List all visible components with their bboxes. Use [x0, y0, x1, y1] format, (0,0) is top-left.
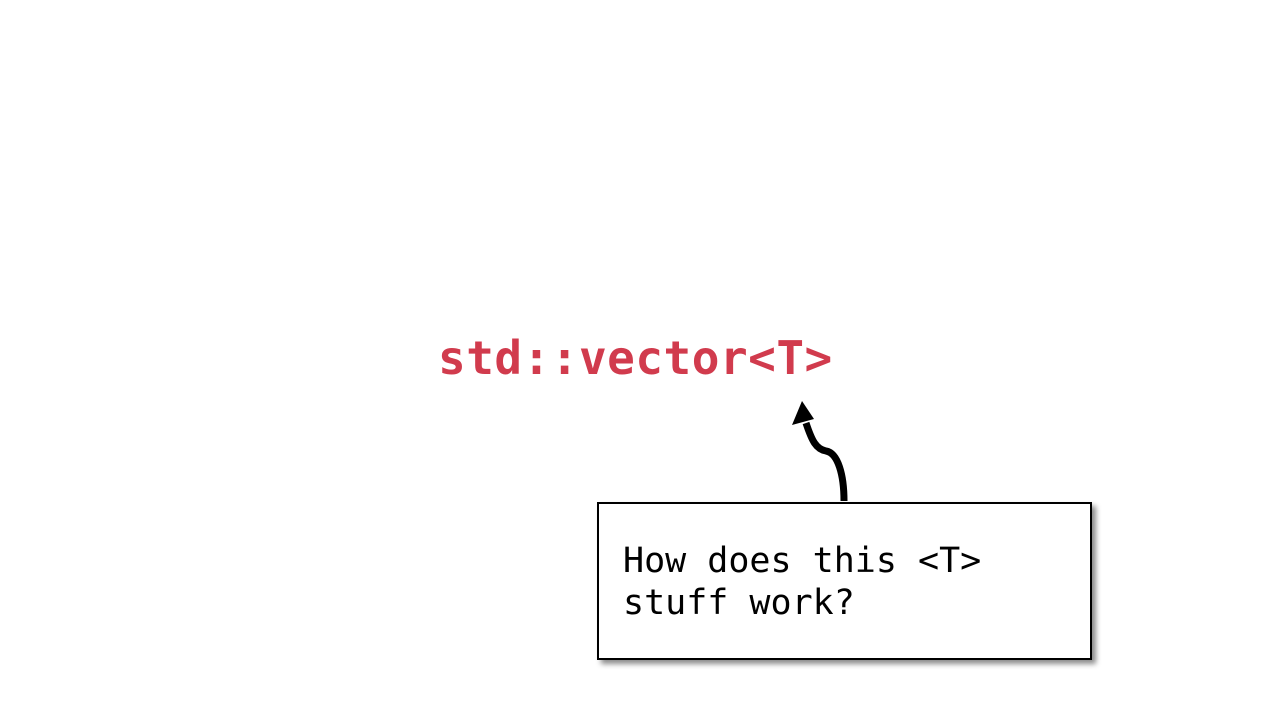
- curved-arrow-icon: [792, 401, 848, 502]
- code-title: std::vector<T>: [438, 331, 833, 385]
- callout-line-2: stuff work?: [623, 583, 855, 623]
- callout-text: How does this <T> stuff work?: [623, 540, 1090, 624]
- question-callout-box: How does this <T> stuff work?: [597, 502, 1092, 660]
- callout-line-1: How does this <T>: [623, 541, 982, 581]
- slide: std::vector<T> How does this <T> stuff w…: [0, 0, 1280, 720]
